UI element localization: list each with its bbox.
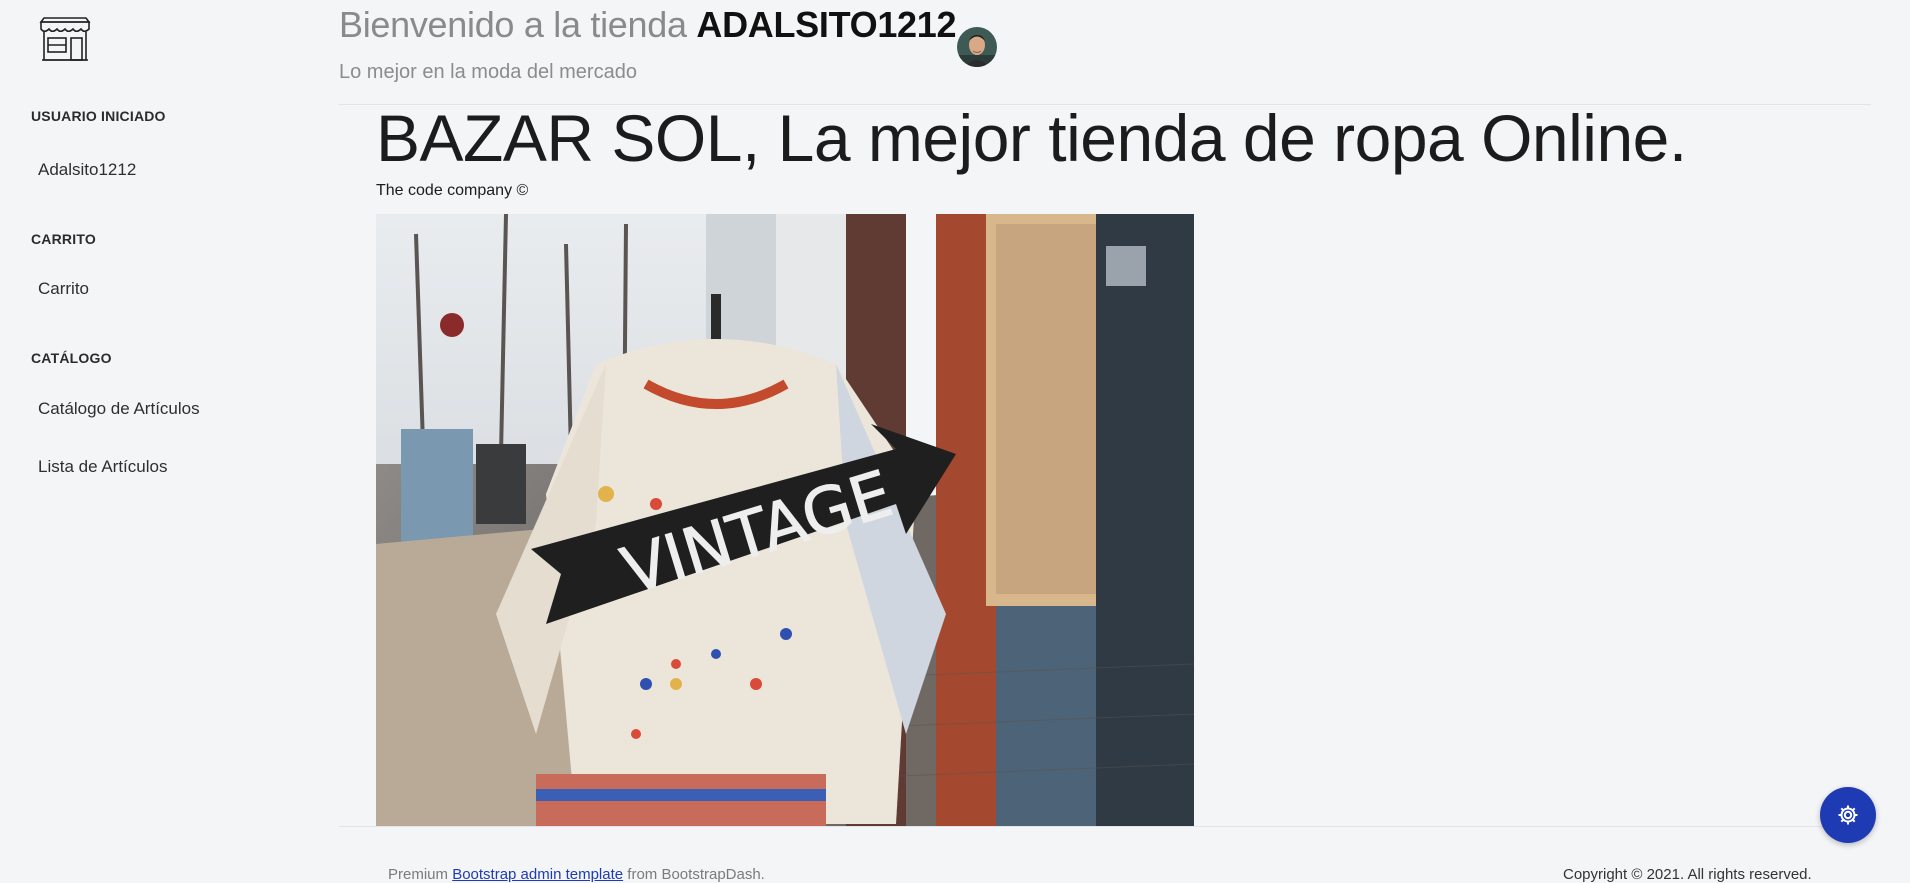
footer-from: from BootstrapDash. bbox=[623, 866, 765, 883]
welcome-title: Bienvenido a la tienda ADALSITO1212 bbox=[339, 4, 957, 46]
settings-button[interactable] bbox=[1820, 787, 1876, 843]
company-label: The code company © bbox=[376, 182, 529, 199]
user-avatar[interactable] bbox=[957, 27, 997, 67]
welcome-username: ADALSITO1212 bbox=[696, 4, 957, 45]
sidebar-item-lista-articulos[interactable]: Lista de Artículos bbox=[38, 457, 167, 477]
footer-divider bbox=[339, 826, 1871, 827]
section-title-usuario: USUARIO INICIADO bbox=[31, 108, 166, 124]
footer-premium: Premium bbox=[388, 866, 453, 883]
sidebar-item-carrito[interactable]: Carrito bbox=[38, 279, 89, 299]
section-title-carrito: CARRITO bbox=[31, 231, 96, 247]
section-title-catalogo: CATÁLOGO bbox=[31, 350, 112, 366]
page-title: BAZAR SOL, La mejor tienda de ropa Onlin… bbox=[376, 101, 1687, 175]
footer-credit: Premium Bootstrap admin template from Bo… bbox=[388, 866, 765, 883]
bootstrap-template-link[interactable]: Bootstrap admin template bbox=[452, 866, 623, 883]
header-subtitle: Lo mejor en la moda del mercado bbox=[339, 61, 637, 83]
store-logo-icon[interactable] bbox=[38, 16, 92, 62]
sidebar-item-user[interactable]: Adalsito1212 bbox=[38, 160, 136, 180]
gear-icon bbox=[1838, 805, 1858, 825]
sidebar: USUARIO INICIADO Adalsito1212 CARRITO Ca… bbox=[0, 0, 320, 883]
hero-image: VINTAGE bbox=[376, 214, 1194, 826]
welcome-prefix: Bienvenido a la tienda bbox=[339, 4, 697, 45]
sidebar-item-catalogo-articulos[interactable]: Catálogo de Artículos bbox=[38, 399, 200, 419]
footer-copyright: Copyright © 2021. All rights reserved. bbox=[1563, 866, 1812, 883]
